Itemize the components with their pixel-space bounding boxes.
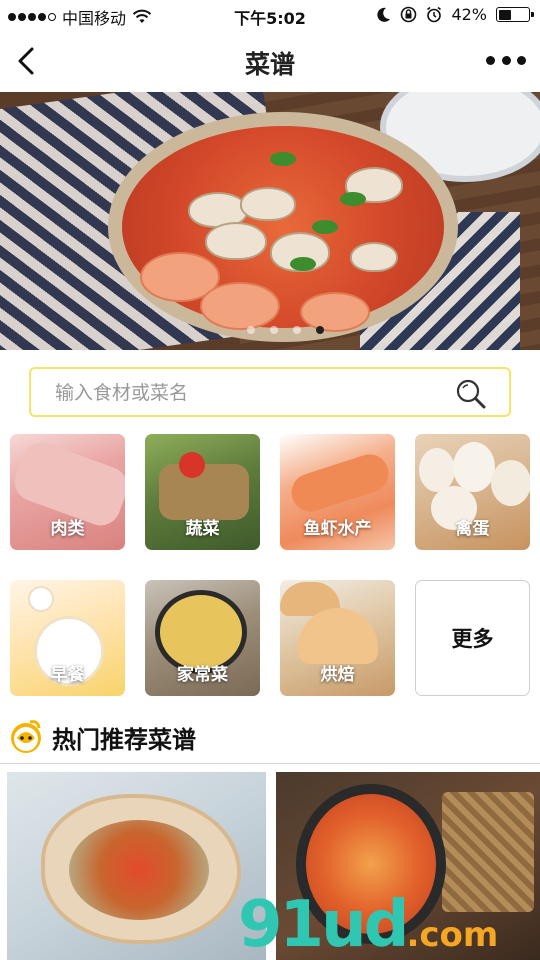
status-bar: 中国移动 下午5:02 42% [0,0,540,30]
moon-icon [377,7,391,22]
page-title: 菜谱 [244,50,295,79]
category-breakfast[interactable]: 早餐 [10,580,125,696]
category-meat[interactable]: 肉类 [10,434,125,550]
section-header-popular: 热门推荐菜谱 [0,712,540,764]
search-input[interactable] [55,379,435,407]
tomato-image [179,452,205,478]
nav-bar: 菜谱 [0,30,540,92]
category-home-cooking[interactable]: 家常菜 [145,580,260,696]
banner-cilantro [270,152,296,166]
category-label: 家常菜 [177,665,228,685]
carousel-dot[interactable] [246,326,255,334]
banner-cilantro [340,192,366,206]
battery-icon [496,7,534,22]
banner-clam [205,222,267,260]
crab-dish-filling [69,820,209,920]
carousel-dot[interactable] [292,326,301,334]
rotation-lock-icon [401,6,417,23]
battery-percent: 42% [451,5,487,24]
vegetable-basket-image [159,464,249,520]
section-title: 热门推荐菜谱 [52,726,196,754]
status-right: 42% [377,5,534,24]
search-box[interactable] [29,367,511,417]
watermark-domain: .com [406,915,499,955]
category-label: 肉类 [50,519,85,539]
category-seafood[interactable]: 鱼虾水产 [280,434,395,550]
bread-image [298,608,378,664]
chef-hat-icon [11,720,41,753]
category-label: 烘焙 [320,665,355,685]
category-eggs[interactable]: 禽蛋 [415,434,530,550]
egg-image [453,442,495,492]
category-label: 更多 [451,627,494,651]
category-more[interactable]: 更多 [415,580,530,696]
shrimp-image [286,449,394,517]
category-vegetables[interactable]: 蔬菜 [145,434,260,550]
category-label: 蔬菜 [185,519,220,539]
egg-image [491,460,530,506]
watermark: 91ud.com [238,888,498,960]
carousel-indicator[interactable] [0,326,540,334]
cup-image [28,586,54,612]
more-icon[interactable] [486,48,526,72]
watermark-text: 91ud [238,888,409,960]
recipe-card[interactable] [7,772,266,960]
alarm-icon [427,6,442,23]
category-label: 早餐 [50,665,85,685]
search-icon[interactable] [455,378,487,410]
banner-cilantro [312,220,338,234]
banner-cilantro [290,257,316,271]
banner-shrimp [200,282,280,330]
banner-clam [350,242,398,272]
battery-fill [498,9,511,20]
category-baking[interactable]: 烘焙 [280,580,395,696]
category-label: 禽蛋 [455,519,490,539]
carousel-dot[interactable] [269,326,278,334]
banner-clam [240,187,296,221]
carousel-dot[interactable] [315,326,324,334]
banner-carousel[interactable] [0,92,540,350]
category-label: 鱼虾水产 [303,519,372,539]
